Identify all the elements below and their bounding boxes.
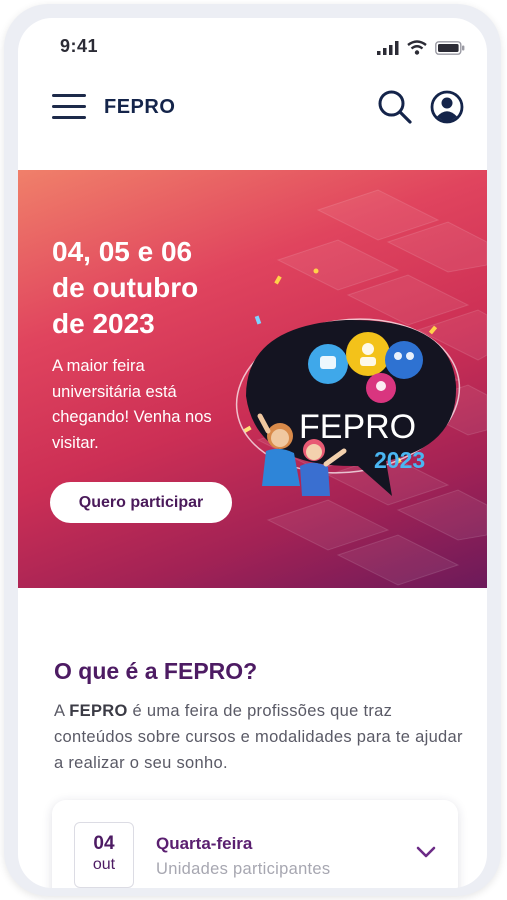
wifi-icon	[407, 40, 427, 55]
schedule-card[interactable]: 04 out Quarta-feira Unidades participant…	[52, 800, 458, 888]
status-time: 9:41	[60, 36, 99, 56]
schedule-month: out	[92, 856, 116, 873]
status-icons	[377, 40, 465, 55]
app-header: FEPRO	[18, 78, 487, 148]
about-text: A FEPRO é uma feira de profissões que tr…	[54, 698, 464, 776]
signal-icon	[377, 40, 399, 55]
menu-icon	[52, 94, 86, 119]
hero-banner: 04, 05 e 06 de outubro de 2023 A maior f…	[18, 170, 487, 588]
search-button[interactable]	[376, 88, 414, 126]
fepro-2023-logo: FEPRO 2023	[235, 268, 461, 496]
menu-button[interactable]	[52, 94, 86, 124]
app-screen: 9:41 FEPRO 04, 05 e 06 de outubro de 202…	[18, 18, 487, 888]
schedule-day: 04	[93, 833, 115, 854]
account-button[interactable]	[430, 90, 464, 124]
about-text-brand: FEPRO	[69, 702, 128, 720]
about-title: O que é a FEPRO?	[54, 658, 258, 684]
user-icon	[430, 90, 464, 124]
status-bar: 9:41	[18, 18, 487, 74]
battery-icon	[435, 40, 465, 55]
participate-button[interactable]: Quero participar	[50, 482, 232, 523]
phone-frame: 9:41 FEPRO 04, 05 e 06 de outubro de 202…	[4, 4, 501, 896]
logo-year: 2023	[374, 447, 425, 473]
schedule-date-box: 04 out	[74, 822, 134, 888]
schedule-subtitle: Unidades participantes	[156, 860, 331, 878]
schedule-weekday: Quarta-feira	[156, 834, 253, 853]
about-text-prefix: A	[54, 702, 70, 720]
chevron-down-icon[interactable]	[414, 840, 438, 864]
hero-description: A maior feira universitária está chegand…	[52, 357, 212, 452]
brand-name[interactable]: FEPRO	[104, 96, 175, 119]
search-icon	[378, 90, 412, 124]
